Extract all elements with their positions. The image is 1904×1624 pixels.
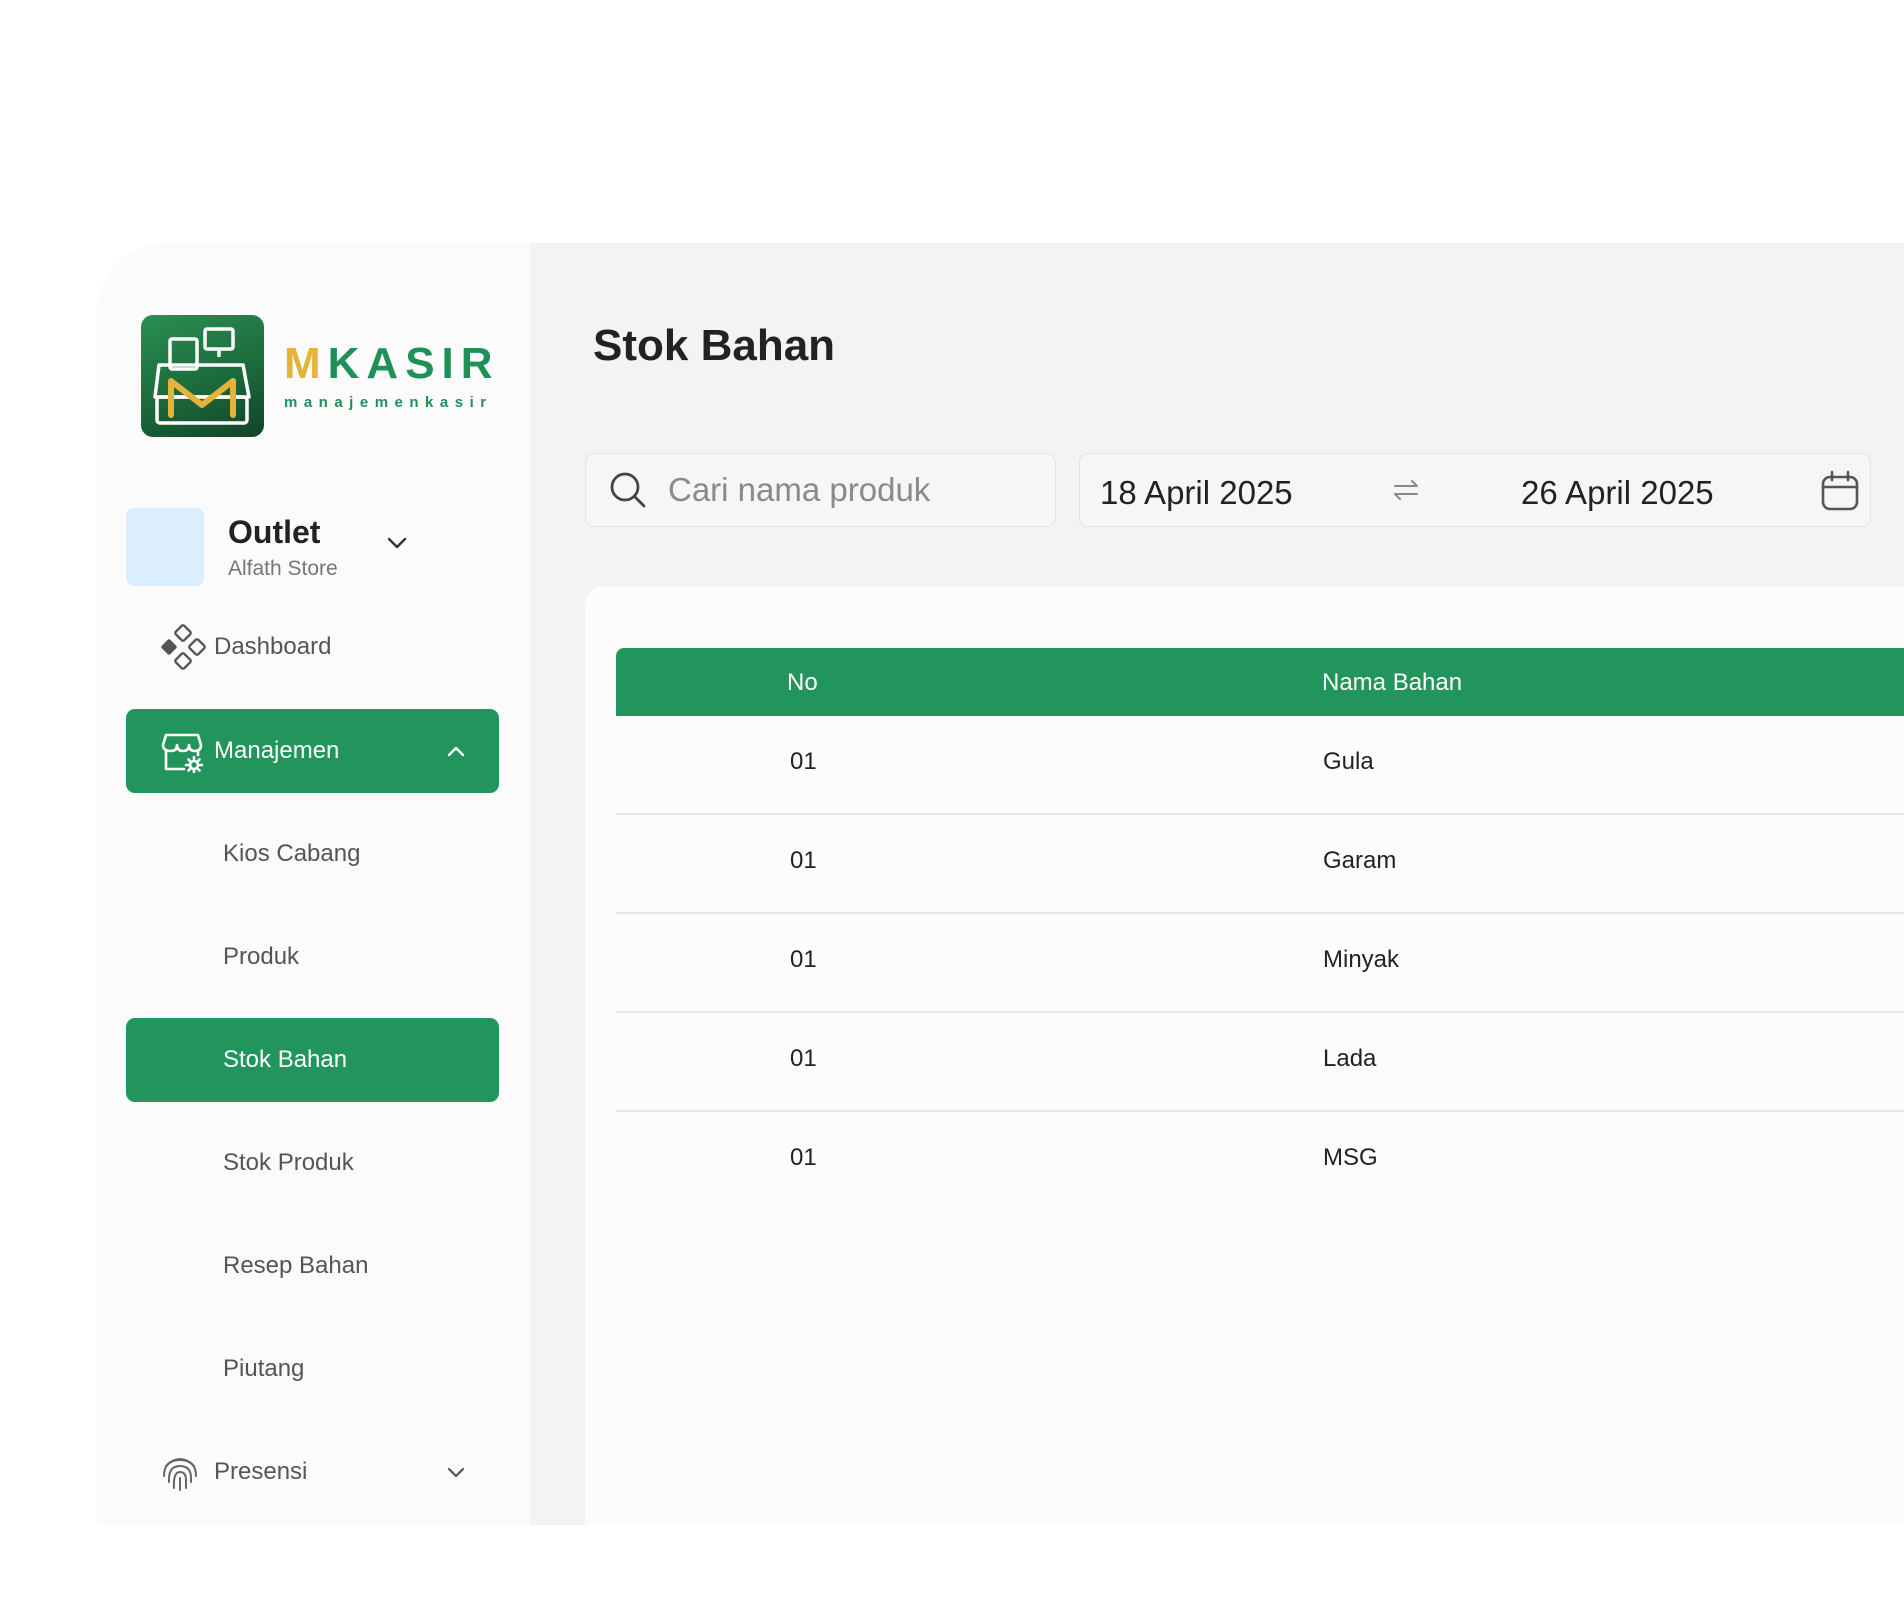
table-row[interactable]: 01 Garam bbox=[616, 815, 1904, 914]
column-header-nama-bahan[interactable]: Nama Bahan bbox=[1322, 669, 1462, 697]
dashboard-icon bbox=[161, 624, 206, 670]
cell-no: 01 bbox=[790, 946, 817, 973]
nav-subitem-label: Piutang bbox=[223, 1355, 305, 1382]
table-header: No Nama Bahan bbox=[616, 648, 1904, 716]
nav-subitem-kios-cabang[interactable]: Kios Cabang bbox=[126, 812, 499, 896]
cell-nama-bahan: Garam bbox=[1323, 847, 1397, 874]
swap-arrows-icon bbox=[1394, 480, 1418, 500]
nav-subitem-label: Kios Cabang bbox=[223, 840, 361, 867]
outlet-selector[interactable]: Outlet Alfath Store bbox=[126, 508, 426, 586]
page-title: Stok Bahan bbox=[593, 321, 836, 370]
nav-item-presensi-label: Presensi bbox=[214, 1458, 308, 1485]
nav-item-manajemen-label: Manajemen bbox=[214, 737, 340, 764]
table-row[interactable]: 01 Minyak bbox=[616, 914, 1904, 1013]
nav-subitem-resep-bahan[interactable]: Resep Bahan bbox=[126, 1224, 499, 1308]
outlet-title: Outlet bbox=[228, 513, 321, 550]
chevron-down-icon[interactable] bbox=[386, 536, 408, 550]
stock-table-card: No Nama Bahan 01 Gula 01 Garam 01 Minyak… bbox=[585, 586, 1904, 1525]
nav-subitem-label: Resep Bahan bbox=[223, 1252, 369, 1279]
nav-subitem-label: Stok Bahan bbox=[223, 1046, 348, 1073]
nav-item-manajemen[interactable]: Manajemen bbox=[126, 709, 499, 793]
cell-nama-bahan: MSG bbox=[1323, 1144, 1378, 1171]
cell-no: 01 bbox=[790, 1045, 817, 1072]
store-settings-icon bbox=[161, 733, 204, 773]
date-start[interactable]: 18 April 2025 bbox=[1100, 474, 1293, 512]
chevron-up-icon[interactable] bbox=[447, 745, 465, 757]
brand-wordmark-m: M bbox=[284, 338, 328, 388]
brand-tagline: manajemenkasir bbox=[284, 393, 493, 411]
column-header-no[interactable]: No bbox=[787, 669, 818, 697]
date-range-picker[interactable]: 18 April 2025 26 April 2025 bbox=[1079, 453, 1871, 527]
cash-register-logo-icon bbox=[141, 315, 264, 437]
main-content: Stok Bahan 18 April 2025 26 April 2025 bbox=[530, 243, 1904, 1525]
sidebar: MKASIR manajemenkasir Outlet Alfath Stor… bbox=[97, 243, 530, 1525]
brand-wordmark-rest: KASIR bbox=[327, 338, 500, 388]
outlet-store-name: Alfath Store bbox=[228, 556, 338, 580]
search-input[interactable] bbox=[668, 471, 1028, 509]
table-row[interactable]: 01 MSG bbox=[616, 1112, 1904, 1211]
nav-subitem-label: Produk bbox=[223, 943, 300, 970]
cell-no: 01 bbox=[790, 748, 817, 775]
cell-no: 01 bbox=[790, 847, 817, 874]
nav-subitem-piutang[interactable]: Piutang bbox=[126, 1327, 499, 1411]
brand-wordmark: MKASIR bbox=[284, 338, 500, 388]
cell-nama-bahan: Lada bbox=[1323, 1045, 1377, 1072]
fingerprint-icon bbox=[163, 1458, 197, 1491]
chevron-down-icon[interactable] bbox=[447, 1466, 465, 1478]
outlet-avatar bbox=[126, 508, 204, 586]
nav-item-dashboard[interactable]: Dashboard bbox=[126, 605, 499, 689]
search-icon bbox=[610, 472, 646, 508]
date-end[interactable]: 26 April 2025 bbox=[1521, 474, 1714, 512]
nav-subitem-stok-bahan[interactable]: Stok Bahan bbox=[126, 1018, 499, 1102]
app-window: MKASIR manajemenkasir Outlet Alfath Stor… bbox=[97, 243, 1904, 1525]
cell-nama-bahan: Gula bbox=[1323, 748, 1374, 775]
search-box[interactable] bbox=[585, 453, 1056, 527]
table-row[interactable]: 01 Gula bbox=[616, 716, 1904, 815]
calendar-icon[interactable] bbox=[1820, 470, 1860, 512]
nav-subitem-stok-produk[interactable]: Stok Produk bbox=[126, 1121, 499, 1205]
nav-subitem-label: Stok Produk bbox=[223, 1149, 354, 1176]
table-row[interactable]: 01 Lada bbox=[616, 1013, 1904, 1112]
brand-logo[interactable]: MKASIR manajemenkasir bbox=[141, 315, 500, 437]
cell-nama-bahan: Minyak bbox=[1323, 946, 1400, 973]
nav-subitem-produk[interactable]: Produk bbox=[126, 915, 499, 999]
nav-item-presensi[interactable]: Presensi bbox=[126, 1430, 499, 1514]
cell-no: 01 bbox=[790, 1144, 817, 1171]
nav-item-dashboard-label: Dashboard bbox=[214, 633, 332, 660]
